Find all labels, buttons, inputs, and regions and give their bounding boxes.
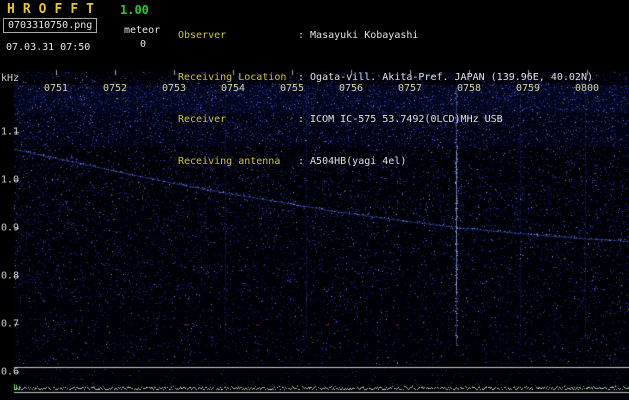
app-logo: HROFFT [7, 2, 102, 17]
meteor-counter-label: meteor [124, 25, 160, 36]
info-label: Receiver [178, 113, 298, 127]
info-value: Masayuki Kobayashi [310, 29, 418, 43]
datetime-label: 07.03.31 07:50 [6, 42, 90, 53]
logo-letter: T [86, 2, 94, 17]
freq-tick-label: 0.9 [1, 223, 19, 234]
freq-tick-label: 1.1 [1, 127, 19, 138]
output-filename-box: 0703310750.png [3, 18, 97, 33]
time-tick-label: 0757 [398, 83, 422, 94]
info-row-observer: Observer: Masayuki Kobayashi [178, 29, 593, 43]
logo-letter: F [54, 2, 62, 17]
logo-letter: H [7, 2, 15, 17]
info-value: ICOM IC-575 53.7492(0LCD)MHz USB [310, 113, 503, 127]
meteor-counter-value: 0 [140, 39, 146, 50]
freq-axis-unit: kHz [1, 73, 19, 84]
info-colon: : [298, 29, 304, 43]
logo-letter: O [39, 2, 47, 17]
info-row-antenna: Receiving antenna: A504HB(yagi 4el) [178, 155, 593, 169]
info-label: Observer [178, 29, 298, 43]
info-label: Receiving antenna [178, 155, 298, 169]
logo-letter: R [23, 2, 31, 17]
time-tick-label: 0755 [280, 83, 304, 94]
info-colon: : [298, 155, 304, 169]
freq-tick-label: 0.7 [1, 319, 19, 330]
time-tick-label: 0751 [44, 83, 68, 94]
freq-tick-label: 0.8 [1, 271, 19, 282]
time-tick-label: 0752 [103, 83, 127, 94]
station-info: Observer:Masayuki Kobayashi Receiving Lo… [178, 1, 593, 197]
freq-tick-label: 0.6 [1, 367, 19, 378]
info-colon: : [298, 113, 304, 127]
logo-letter: F [70, 2, 78, 17]
time-tick-label: 0758 [457, 83, 481, 94]
time-tick-label: 0753 [162, 83, 186, 94]
output-filename: 0703310750.png [8, 20, 92, 31]
hrofft-screen: HROFFT 1.00 0703310750.png 07.03.31 07:5… [0, 0, 629, 400]
time-tick-label: 0800 [575, 83, 599, 94]
time-tick-label: 0759 [516, 83, 540, 94]
info-value: A504HB(yagi 4el) [310, 155, 406, 169]
info-row-receiver: Receiver: ICOM IC-575 53.7492(0LCD)MHz US… [178, 113, 593, 127]
time-tick-label: 0754 [221, 83, 245, 94]
time-tick-label: 0756 [339, 83, 363, 94]
app-version: 1.00 [120, 3, 149, 17]
freq-tick-label: 1.0 [1, 175, 19, 186]
